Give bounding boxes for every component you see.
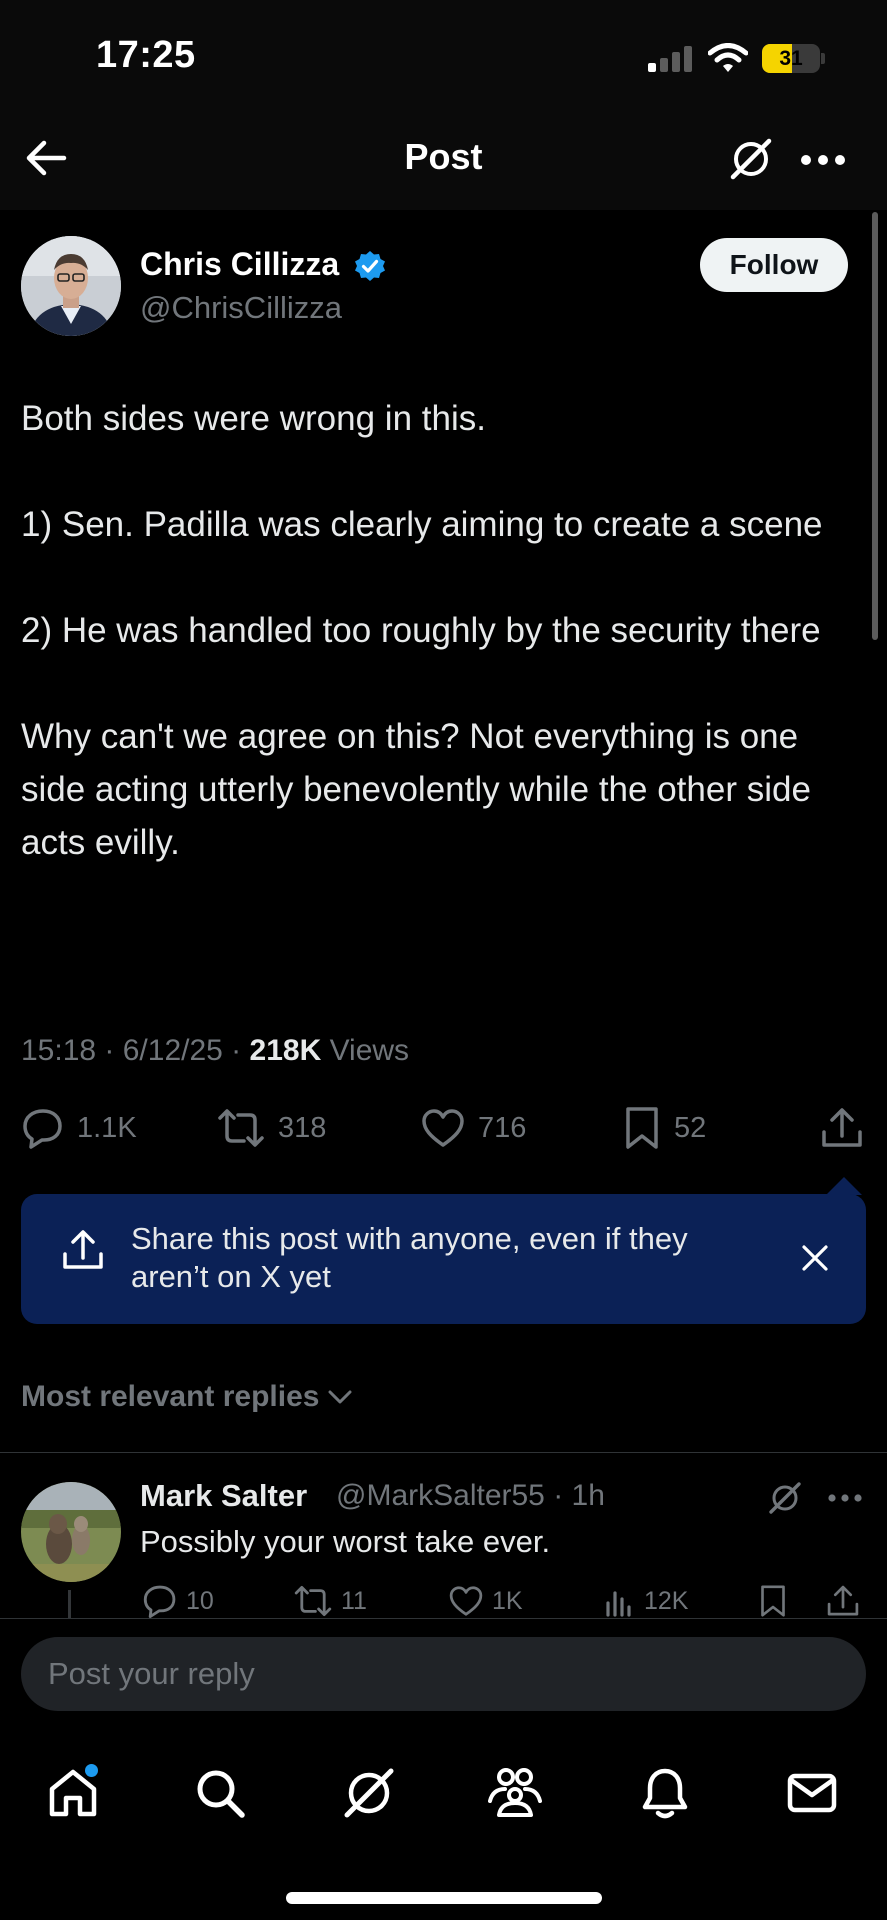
tab-home[interactable] [40,1760,106,1826]
views-count: 218K [249,1034,322,1067]
reply-button[interactable]: 1.1K [21,1103,137,1153]
reply-time: 1h [571,1479,605,1512]
communities-icon [488,1768,542,1817]
reply-like-button[interactable]: 1K [448,1584,523,1618]
reply-avatar[interactable] [21,1482,121,1582]
grok-icon[interactable] [768,1481,802,1515]
like-count: 716 [478,1111,527,1144]
post-paragraph: Both sides were wrong in this. [21,399,486,438]
reply-icon [143,1585,176,1618]
home-indicator[interactable] [286,1892,602,1904]
status-bar: 17:25 31 [0,0,887,110]
reply-text: Possibly your worst take ever. [140,1524,551,1559]
replies-sort-dropdown[interactable]: Most relevant replies [21,1380,353,1414]
more-icon[interactable] [828,1493,862,1503]
post-meta: 15:18 · 6/12/25 · 218K Views [21,1034,410,1067]
post-date: 6/12/25 [122,1034,223,1067]
verified-badge-icon [354,250,386,282]
compose-bar [0,1618,887,1729]
reply-icon [23,1109,62,1149]
share-banner-pointer [826,1177,862,1195]
post-paragraph: Why can't we agree on this? Not everythi… [21,717,811,862]
repost-icon [294,1586,332,1617]
repost-icon [218,1109,264,1147]
share-icon [827,1585,859,1616]
share-banner-text: Share this post with anyone, even if the… [131,1221,688,1294]
post-paragraph: 2) He was handled too roughly by the sec… [21,611,821,650]
post-time: 15:18 [21,1034,97,1067]
reply-bookmark-button[interactable] [758,1584,788,1618]
reply-repost-count: 11 [341,1586,367,1615]
tab-notifications[interactable] [632,1760,698,1826]
share-button[interactable] [820,1103,864,1153]
views-icon [606,1591,631,1617]
follow-button[interactable]: Follow [700,238,848,292]
bookmark-icon [761,1585,785,1617]
reply-count: 1.1K [77,1111,137,1144]
bookmark-icon [626,1107,658,1149]
tab-messages[interactable] [779,1760,845,1826]
repost-count: 318 [278,1111,327,1144]
reply-reply-button[interactable]: 10 [142,1584,214,1618]
author-name[interactable]: Chris Cillizza [140,246,339,283]
tab-communities[interactable] [482,1760,548,1826]
search-icon [197,1770,245,1818]
heart-icon [422,1109,464,1147]
reply-reply-count: 10 [186,1586,214,1615]
battery-tip [821,53,825,64]
author-handle[interactable]: @ChrisCillizza [140,290,342,326]
like-button[interactable]: 716 [420,1103,526,1153]
bookmark-button[interactable]: 52 [622,1103,706,1153]
scrollbar[interactable] [872,212,878,640]
reply-views-button[interactable]: 12K [604,1584,688,1618]
reply-view-count: 12K [644,1586,689,1615]
chevron-down-icon [328,1390,352,1404]
wifi-icon [708,43,748,73]
notification-dot [85,1764,98,1777]
author-avatar[interactable] [21,236,121,336]
reply-meta: @MarkSalter55 · 1h [336,1479,605,1512]
replies-sort-label: Most relevant replies [21,1380,320,1413]
more-icon[interactable] [800,154,846,166]
divider [0,1452,887,1453]
post-text: Both sides were wrong in this. 1) Sen. P… [21,392,861,922]
repost-button[interactable]: 318 [216,1103,326,1153]
battery-percent: 31 [779,47,803,70]
thread-line [68,1590,71,1618]
close-icon[interactable] [801,1244,829,1272]
post-paragraph: 1) Sen. Padilla was clearly aiming to cr… [21,505,823,544]
reply-repost-button[interactable]: 11 [293,1584,367,1618]
reply-like-count: 1K [492,1586,523,1615]
bookmark-count: 52 [674,1111,707,1144]
top-header: Post [0,110,887,210]
share-icon [61,1228,105,1272]
messages-icon [787,1773,837,1813]
reply-input[interactable] [21,1637,866,1711]
share-banner[interactable]: Share this post with anyone, even if the… [21,1194,866,1324]
views-label[interactable]: Views [330,1034,409,1067]
heart-icon [449,1586,483,1616]
tab-search[interactable] [187,1760,253,1826]
share-icon [822,1108,862,1147]
tab-grok[interactable] [336,1760,402,1826]
reply-author-handle[interactable]: @MarkSalter55 [336,1479,545,1512]
battery-icon: 31 [762,44,820,73]
status-time: 17:25 [96,34,196,76]
reply-share-button[interactable] [826,1584,860,1618]
reply-author-name[interactable]: Mark Salter [140,1478,307,1514]
notifications-icon [642,1768,688,1819]
signal-icon [648,46,692,72]
grok-icon [344,1768,394,1818]
grok-icon[interactable] [728,136,774,182]
